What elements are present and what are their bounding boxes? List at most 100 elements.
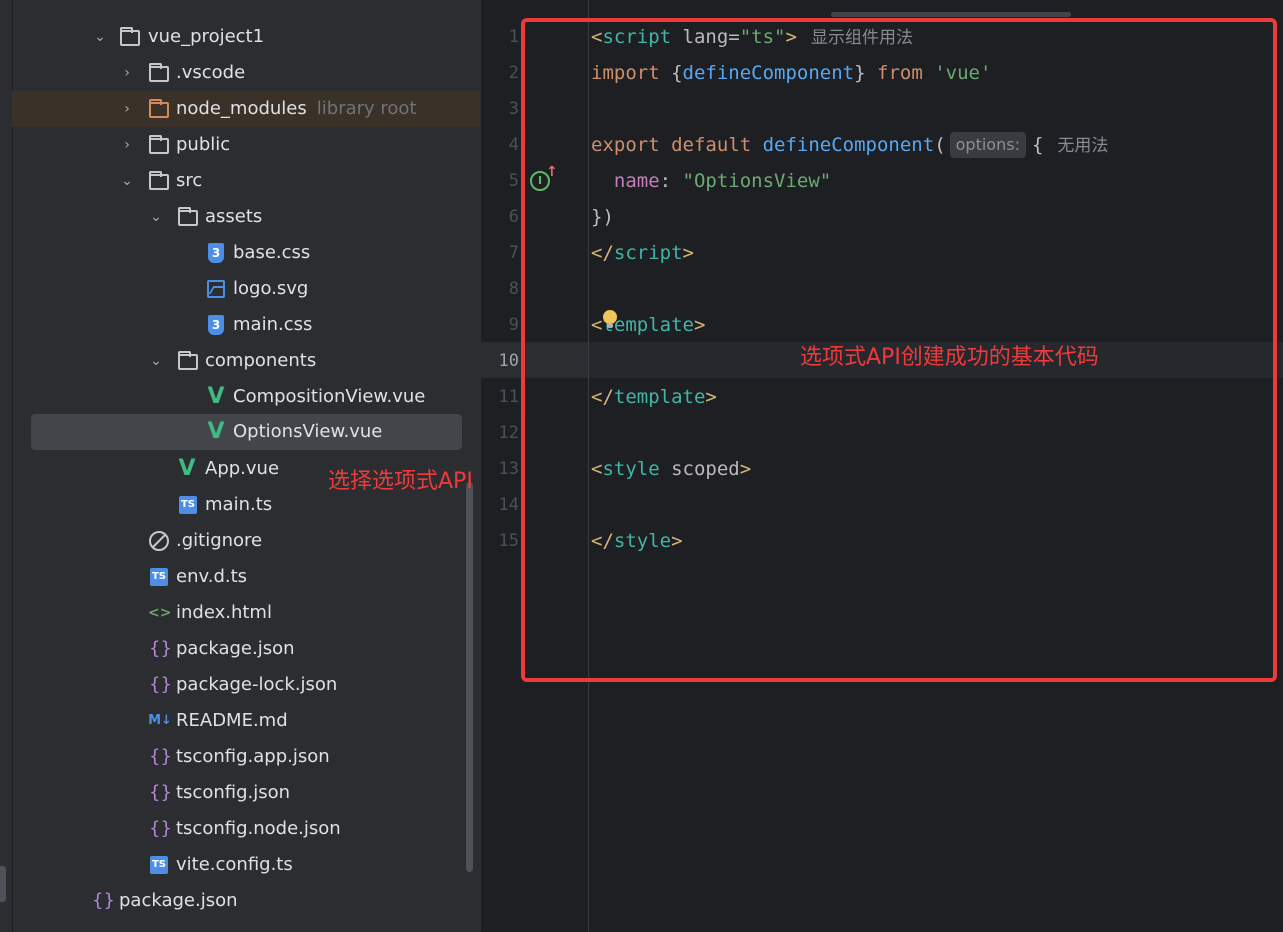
tree-item-src[interactable]: ⌄ src	[12, 163, 480, 199]
tree-item-readme-md[interactable]: M↓ README.md	[12, 703, 480, 739]
tree-item-assets[interactable]: ⌄ assets	[12, 199, 480, 235]
annotation-tree-note: 选择选项式API	[328, 469, 473, 494]
tool-window-handle[interactable]	[0, 866, 6, 902]
line-number[interactable]: 15	[481, 523, 519, 559]
folder-icon	[149, 63, 169, 82]
css-file-icon: 3	[208, 315, 224, 335]
tree-item-package-lock-json[interactable]: {} package-lock.json	[12, 667, 480, 703]
line-number[interactable]: 11	[481, 379, 519, 415]
json-file-icon: {}	[149, 818, 172, 839]
tree-item-label: node_modules library root	[176, 98, 417, 119]
json-file-icon: {}	[149, 638, 172, 659]
line-number[interactable]: 14	[481, 487, 519, 523]
tree-item-label: .gitignore	[176, 530, 263, 551]
line-number[interactable]: 13	[481, 451, 519, 487]
tree-item-label: main.css	[233, 314, 313, 335]
line-number[interactable]: 8	[481, 271, 519, 307]
tree-item-optionsview-vue[interactable]: V OptionsView.vue	[31, 414, 462, 450]
json-file-icon: {}	[92, 890, 115, 911]
tree-item-label: package-lock.json	[176, 674, 338, 695]
line-number[interactable]: 12	[481, 415, 519, 451]
line-number[interactable]: 2	[481, 55, 519, 91]
tree-item-label: index.html	[176, 602, 272, 623]
json-file-icon: {}	[149, 746, 172, 767]
tree-item-public[interactable]: › public	[12, 127, 480, 163]
chevron-right-icon[interactable]: ›	[118, 127, 136, 163]
tree-item-label: README.md	[176, 710, 288, 731]
line-number[interactable]: 5	[481, 163, 519, 199]
tree-item-tsconfig-node-json[interactable]: {} tsconfig.node.json	[12, 811, 480, 847]
chevron-right-icon[interactable]: ›	[118, 91, 136, 127]
tree-item-label: OptionsView.vue	[233, 421, 383, 442]
tree-item-main-css[interactable]: 3 main.css	[12, 307, 480, 343]
line-number[interactable]: 9	[481, 307, 519, 343]
chevron-down-icon[interactable]: ⌄	[118, 163, 136, 199]
tree-item-label: vue_project1	[148, 26, 265, 47]
vue-file-icon: V	[207, 384, 225, 409]
tree-item-label: public	[176, 134, 231, 155]
ts-file-icon: TS	[150, 568, 168, 586]
tree-item-label: CompositionView.vue	[233, 386, 426, 407]
tree-item-label: App.vue	[205, 458, 280, 479]
line-number[interactable]: 6	[481, 199, 519, 235]
tree-item-label: main.ts	[205, 494, 273, 515]
line-number-active[interactable]: 10	[481, 343, 519, 379]
tree-item-label: tsconfig.app.json	[176, 746, 330, 767]
chevron-down-icon[interactable]: ⌄	[147, 343, 165, 379]
tree-item-label: base.css	[233, 242, 311, 263]
library-root-label: library root	[316, 98, 417, 119]
tree-item-tsconfig-json[interactable]: {} tsconfig.json	[12, 775, 480, 811]
line-number[interactable]: 4	[481, 127, 519, 163]
line-number[interactable]: 7	[481, 235, 519, 271]
vue-file-icon: V	[178, 456, 196, 481]
tree-item-node-modules[interactable]: › node_modules library root	[12, 91, 480, 127]
tree-item-label: components	[205, 350, 317, 371]
line-number[interactable]: 1	[481, 19, 519, 55]
tree-item-label: tsconfig.node.json	[176, 818, 341, 839]
chevron-down-icon[interactable]: ⌄	[91, 19, 109, 55]
tree-item-label: assets	[205, 206, 263, 227]
html-file-icon: <>	[148, 605, 172, 621]
folder-icon	[120, 27, 140, 46]
ts-file-icon: TS	[150, 856, 168, 874]
css-file-icon: 3	[208, 243, 224, 263]
tree-item-logo-svg[interactable]: logo.svg	[12, 271, 480, 307]
tree-item-label: env.d.ts	[176, 566, 248, 587]
tree-item-label: src	[176, 170, 203, 191]
folder-icon	[149, 99, 169, 118]
annotation-editor-note: 选项式API创建成功的基本代码	[800, 345, 1099, 370]
tree-item-label: tsconfig.json	[176, 782, 291, 803]
tree-item-index-html[interactable]: <> index.html	[12, 595, 480, 631]
chevron-down-icon[interactable]: ⌄	[147, 199, 165, 235]
tree-item-compositionview-vue[interactable]: V CompositionView.vue	[12, 379, 480, 415]
editor-tab-scroll-indicator	[831, 12, 1071, 17]
tree-item-base-css[interactable]: 3 base.css	[12, 235, 480, 271]
folder-icon	[149, 171, 169, 190]
ignore-file-icon	[149, 531, 169, 551]
line-number[interactable]: 3	[481, 91, 519, 127]
tree-item-package-json[interactable]: {} package.json	[12, 631, 480, 667]
tree-item-label: vite.config.ts	[176, 854, 293, 875]
tree-item-label: .vscode	[176, 62, 246, 83]
markdown-file-icon: M↓	[148, 713, 172, 728]
json-file-icon: {}	[149, 782, 172, 803]
image-file-icon	[207, 280, 225, 298]
folder-icon	[149, 135, 169, 154]
tree-item-root-package-json[interactable]: {} package.json	[12, 883, 480, 919]
tree-item-label: package.json	[119, 890, 238, 911]
json-file-icon: {}	[149, 674, 172, 695]
tree-item-vite-config-ts[interactable]: TS vite.config.ts	[12, 847, 480, 883]
vue-file-icon: V	[207, 419, 225, 444]
tree-item-vue-project1[interactable]: ⌄ vue_project1	[12, 19, 480, 55]
tree-scrollbar[interactable]	[466, 482, 473, 872]
tree-item-label: package.json	[176, 638, 295, 659]
tree-item-env-d-ts[interactable]: TS env.d.ts	[12, 559, 480, 595]
tree-item-gitignore[interactable]: .gitignore	[12, 523, 480, 559]
folder-icon	[178, 207, 198, 226]
tree-item-components[interactable]: ⌄ components	[12, 343, 480, 379]
chevron-right-icon[interactable]: ›	[118, 55, 136, 91]
tree-item-tsconfig-app-json[interactable]: {} tsconfig.app.json	[12, 739, 480, 775]
tree-item-label: logo.svg	[233, 278, 309, 299]
tree-item-vscode[interactable]: › .vscode	[12, 55, 480, 91]
ts-file-icon: TS	[179, 496, 197, 514]
